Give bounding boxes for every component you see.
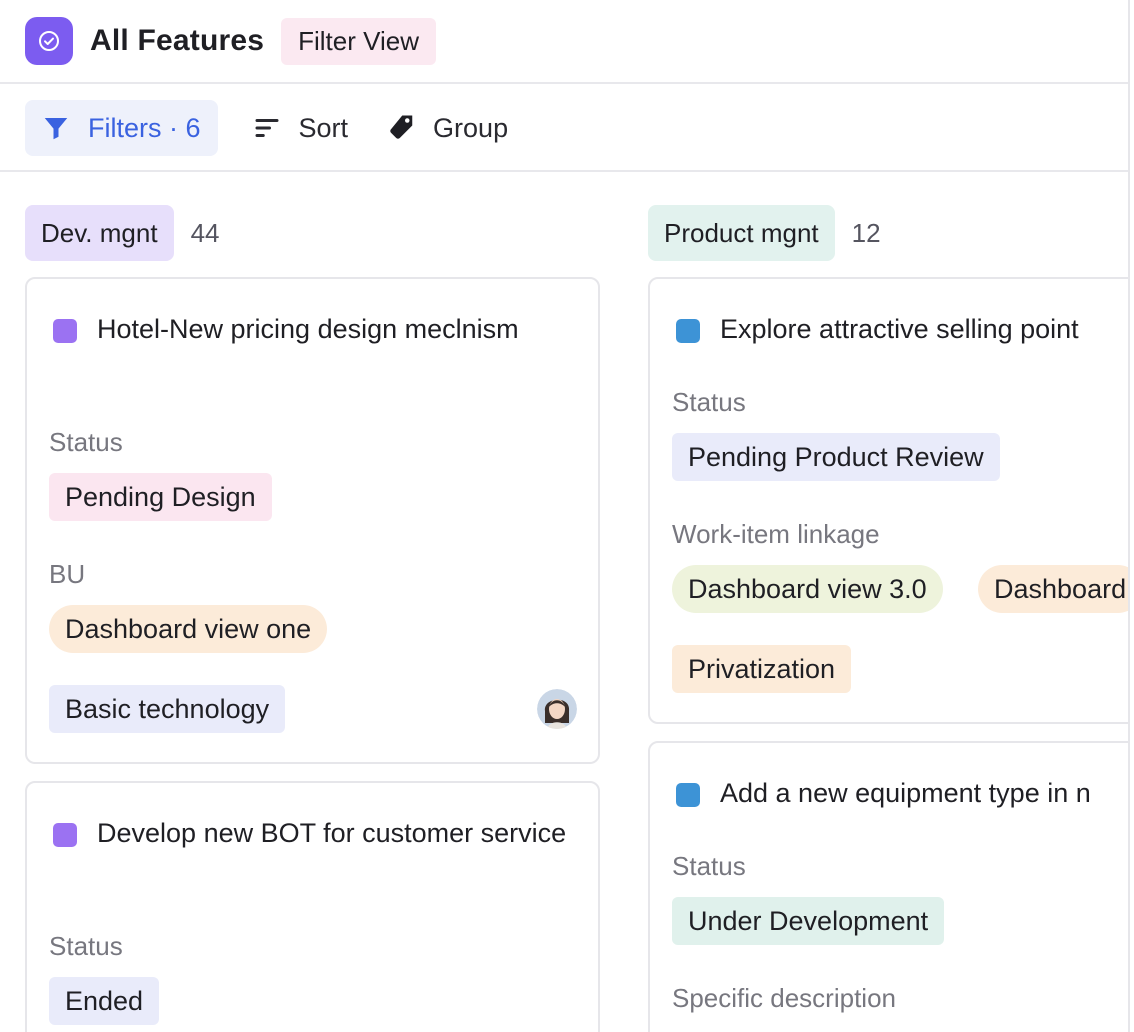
linkage-badge[interactable]: Dashboard view 3.0: [672, 565, 943, 613]
card-title: Explore attractive selling point: [676, 309, 1128, 349]
filter-icon: [44, 118, 68, 140]
column-header: Dev. mgnt 44: [25, 205, 219, 261]
type-square-icon: [53, 319, 77, 343]
column-dev-mgnt: Dev. mgnt 44: [25, 205, 219, 261]
avatar[interactable]: [537, 689, 577, 729]
linkage-label: Work-item linkage: [672, 519, 880, 549]
group-button[interactable]: Group: [386, 100, 508, 156]
column-tag[interactable]: Dev. mgnt: [25, 205, 174, 261]
tag-badge[interactable]: Basic technology: [49, 685, 286, 733]
type-square-icon: [676, 319, 700, 343]
card-title: Develop new BOT for customer service: [53, 813, 573, 853]
bu-badge[interactable]: Dashboard view one: [49, 605, 328, 653]
filters-label: Filters · 6: [88, 112, 201, 143]
type-square-icon: [676, 783, 700, 807]
column-count: 12: [851, 217, 881, 248]
card-title-text: Hotel-New pricing design meclnism: [97, 314, 519, 344]
card-title-text: Develop new BOT for customer service: [97, 818, 567, 848]
toolbar: Filters · 6 Sort Group: [0, 86, 1128, 172]
card-title: Hotel-New pricing design meclnism: [53, 309, 573, 349]
card-title-text: Explore attractive selling point: [720, 314, 1079, 344]
sort-button[interactable]: Sort: [252, 100, 349, 156]
status-badge[interactable]: Ended: [49, 977, 160, 1025]
group-label: Group: [433, 112, 509, 143]
status-label: Status: [672, 387, 746, 417]
sort-label: Sort: [298, 112, 349, 143]
feature-card[interactable]: Hotel-New pricing design meclnism Status…: [25, 277, 600, 764]
status-label: Status: [672, 851, 746, 881]
feature-card[interactable]: Develop new BOT for customer service Sta…: [25, 781, 600, 1032]
status-badge[interactable]: Pending Design: [49, 473, 272, 521]
column-count: 44: [190, 217, 220, 248]
card-title-text: Add a new equipment type in n: [720, 778, 1091, 808]
linkage-badge[interactable]: Dashboard: [978, 565, 1128, 613]
check-circle-icon[interactable]: [25, 17, 73, 65]
bu-label: BU: [49, 559, 86, 589]
column-product-mgnt: Product mgnt 12: [648, 205, 881, 261]
feature-card[interactable]: Add a new equipment type in n Status Und…: [648, 741, 1128, 1032]
tag-icon: [390, 115, 413, 139]
board-frame: All Features Filter View Filters · 6 Sor…: [0, 0, 1130, 1032]
description-label: Specific description: [672, 983, 896, 1013]
view-tag[interactable]: Filter View: [281, 17, 437, 65]
type-square-icon: [53, 823, 77, 847]
card-title: Add a new equipment type in n: [676, 773, 1128, 813]
status-badge[interactable]: Pending Product Review: [672, 433, 1000, 481]
column-header: Product mgnt 12: [648, 205, 881, 261]
status-label: Status: [49, 931, 123, 961]
status-badge[interactable]: Under Development: [672, 897, 945, 945]
status-label: Status: [49, 427, 123, 457]
feature-card[interactable]: Explore attractive selling point Status …: [648, 277, 1128, 724]
page-title: All Features: [90, 24, 265, 57]
linkage-badge[interactable]: Privatization: [672, 645, 852, 693]
sort-icon: [255, 119, 279, 137]
page-header: All Features Filter View: [0, 0, 1128, 84]
filters-button[interactable]: Filters · 6: [25, 100, 218, 156]
column-tag[interactable]: Product mgnt: [648, 205, 835, 261]
